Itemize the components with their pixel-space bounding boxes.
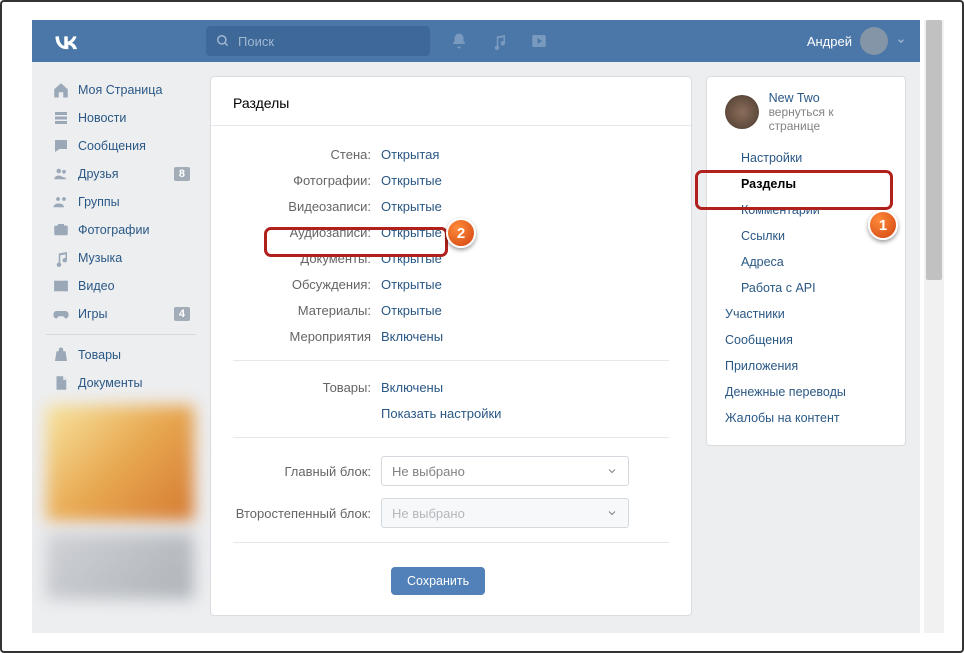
secondary-block-select[interactable]: Не выбрано [381,498,629,528]
row-label: Документы: [233,250,381,268]
goods-label: Товары: [233,379,381,397]
bag-icon [52,346,70,364]
settings-link[interactable]: Разделы [707,171,905,197]
top-header: Андрей [32,20,920,62]
row-value[interactable]: Открытые [381,172,442,190]
settings-link[interactable]: Денежные переводы [707,379,905,405]
nav-bag[interactable]: Товары [46,341,196,369]
row-value[interactable]: Включены [381,328,443,346]
row-label: Видеозаписи: [233,198,381,216]
row-label: Аудиозаписи: [233,224,381,242]
ad-block [46,405,194,521]
search-icon [216,34,230,48]
show-settings-link[interactable]: Показать настройки [381,405,501,423]
msg-icon [52,137,70,155]
page-title: Разделы [211,77,691,126]
nav-msg[interactable]: Сообщения [46,132,196,160]
scrollbar[interactable] [924,20,944,633]
main-block-select[interactable]: Не выбрано [381,456,629,486]
secondary-block-label: Второстепенный блок: [233,506,381,521]
row-label: Стена: [233,146,381,164]
row-value[interactable]: Открытые [381,302,442,320]
nav-video[interactable]: Видео [46,272,196,300]
settings-link[interactable]: Сообщения [707,327,905,353]
row-label: Мероприятия [233,328,381,346]
main-panel: Разделы Стена:ОткрытаяФотографии:Открыты… [210,76,692,616]
music-icon [52,249,70,267]
chevron-down-icon [896,36,906,46]
settings-link[interactable]: Приложения [707,353,905,379]
user-menu[interactable]: Андрей [807,27,906,55]
row-value[interactable]: Открытые [381,250,442,268]
row-value[interactable]: Открытые [381,276,442,294]
username: Андрей [807,34,852,49]
ad-block [46,533,194,599]
friends-icon [52,165,70,183]
nav-doc[interactable]: Документы [46,369,196,397]
main-block-label: Главный блок: [233,464,381,479]
play-icon[interactable] [530,32,548,50]
nav-group[interactable]: Группы [46,188,196,216]
home-icon [52,81,70,99]
save-button[interactable]: Сохранить [391,567,485,595]
music-icon[interactable] [490,32,508,50]
back-link[interactable]: вернуться к странице [769,105,887,133]
settings-link[interactable]: Жалобы на контент [707,405,905,431]
settings-link[interactable]: Работа с API [707,275,905,301]
group-name[interactable]: New Two [769,91,887,105]
nav-music[interactable]: Музыка [46,244,196,272]
row-value[interactable]: Открытые [381,224,442,242]
group-avatar[interactable] [725,95,759,129]
photo-icon [52,221,70,239]
nav-friends[interactable]: Друзья8 [46,160,196,188]
badge: 4 [174,307,190,321]
settings-link[interactable]: Участники [707,301,905,327]
nav-feed[interactable]: Новости [46,104,196,132]
left-nav: Моя СтраницаНовостиСообщенияДрузья8Групп… [46,76,196,616]
video-icon [52,277,70,295]
search-input[interactable] [238,34,398,49]
goods-value[interactable]: Включены [381,379,443,397]
chevron-down-icon [606,507,618,519]
row-label: Обсуждения: [233,276,381,294]
search-box[interactable] [206,26,430,56]
group-icon [52,193,70,211]
row-value[interactable]: Открытая [381,146,439,164]
row-label: Фотографии: [233,172,381,190]
nav-photo[interactable]: Фотографии [46,216,196,244]
nav-game[interactable]: Игры4 [46,300,196,328]
row-value[interactable]: Открытые [381,198,442,216]
row-label: Материалы: [233,302,381,320]
badge: 8 [174,167,190,181]
bell-icon[interactable] [450,32,468,50]
avatar [860,27,888,55]
callout-2: 2 [446,218,476,248]
settings-link[interactable]: Адреса [707,249,905,275]
nav-home[interactable]: Моя Страница [46,76,196,104]
vk-logo[interactable] [52,27,80,55]
callout-1: 1 [868,210,898,240]
game-icon [52,305,70,323]
right-panel: New Two вернуться к странице НастройкиРа… [706,76,906,446]
feed-icon [52,109,70,127]
chevron-down-icon [606,465,618,477]
doc-icon [52,374,70,392]
settings-link[interactable]: Настройки [707,145,905,171]
